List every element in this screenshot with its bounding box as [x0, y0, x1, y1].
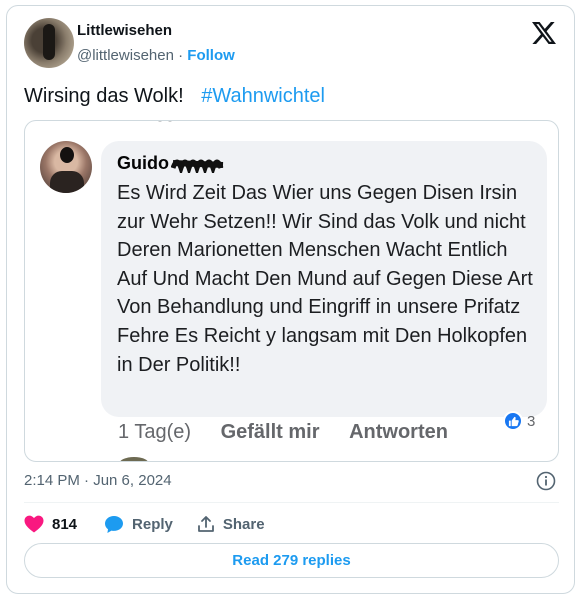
author-avatar[interactable] [24, 18, 74, 68]
author-name[interactable]: Littlewisehen [77, 22, 172, 39]
share-button[interactable]: Share [197, 515, 265, 533]
comment-reply-action: Antworten [349, 421, 448, 443]
reply-label: Reply [132, 515, 173, 533]
tweet-embed-card: Littlewisehen @littlewisehen · Follow Wi… [6, 5, 575, 594]
tweet-text: Wirsing das Wolk! #Wahnwichtel [24, 85, 325, 108]
x-logo-icon[interactable] [532, 22, 556, 44]
comment-time: 1 Tag(e) [118, 421, 192, 443]
share-icon [197, 516, 214, 532]
share-label: Share [222, 515, 265, 533]
handle-separator: · [178, 47, 184, 64]
thumbs-up-icon [503, 411, 523, 431]
tweet-actions-bar: 814 Reply Share [24, 512, 265, 536]
author-handle[interactable]: @littlewisehen [77, 47, 174, 64]
reply-button[interactable]: Reply [104, 515, 173, 534]
like-button[interactable]: 814 [24, 515, 77, 533]
like-count: 814 [52, 515, 78, 533]
commenter-name: Guido [117, 153, 169, 173]
divider [24, 502, 559, 503]
redaction-scribble [171, 159, 224, 173]
commenter-avatar [40, 141, 92, 193]
comment-like-action: Gefällt mir [220, 421, 320, 443]
read-replies-button[interactable]: Read 279 replies [24, 543, 559, 578]
info-icon[interactable] [536, 471, 556, 491]
reply-bubble-icon [105, 515, 124, 533]
tweet-timestamp[interactable]: 2:14 PM · Jun 6, 2024 [24, 472, 172, 489]
comment-text: Es Wird Zeit Das Wier uns Gegen Disen Ir… [117, 182, 533, 376]
next-commenter-avatar-partial [119, 457, 149, 461]
cropped-text-remnant [158, 121, 172, 122]
attached-screenshot[interactable]: Guido Es Wird Zeit Das Wier uns Gegen Di… [24, 120, 559, 462]
follow-button[interactable]: Follow [187, 47, 235, 64]
comment-like-count: 3 [503, 411, 535, 431]
hashtag-link[interactable]: #Wahnwichtel [201, 85, 325, 107]
comment-bubble: Guido Es Wird Zeit Das Wier uns Gegen Di… [101, 141, 547, 417]
comment-actions: 1 Tag(e) Gefällt mir Antworten [118, 421, 472, 444]
tweet-text-body: Wirsing das Wolk! [24, 85, 184, 107]
author-handle-row: @littlewisehen · Follow [77, 47, 235, 64]
comment-like-number: 3 [527, 412, 536, 430]
heart-icon [24, 515, 44, 533]
